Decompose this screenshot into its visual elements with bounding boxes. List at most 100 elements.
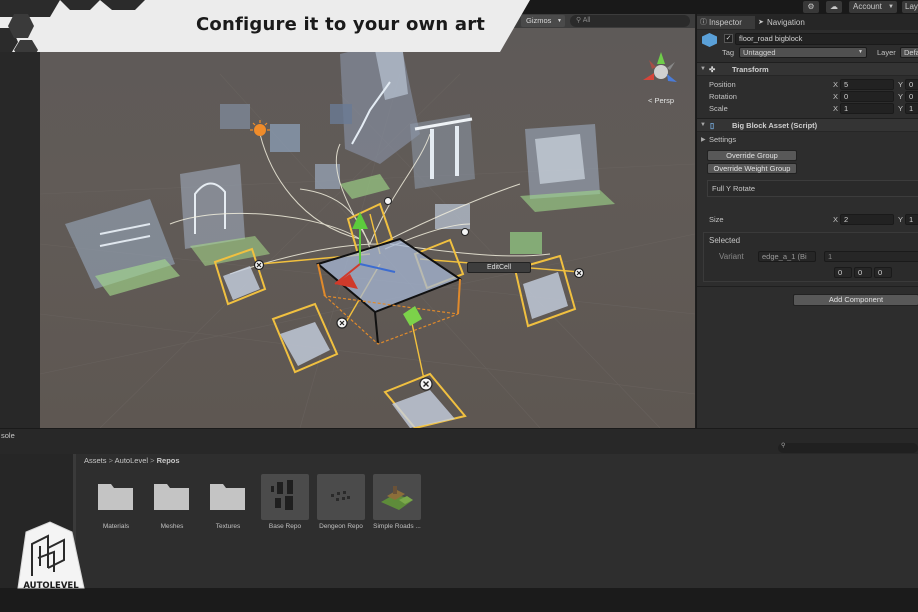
add-component-button[interactable]: Add Component (793, 294, 918, 306)
chevron-down-icon: ▼ (858, 49, 863, 55)
prefab-thumbnail (373, 474, 421, 520)
prefab-thumbnail (261, 474, 309, 520)
rotation-row: Rotation X 0 Y 0 (697, 91, 918, 103)
settings-foldout[interactable]: ▶ Settings (697, 134, 918, 146)
chevron-down-icon: ▼ (557, 18, 562, 24)
layers-label: Lay (905, 2, 918, 11)
position-y-field[interactable]: 0 (905, 79, 918, 90)
breadcrumb-repos[interactable]: Repos (157, 456, 180, 465)
full-y-rotate-field[interactable]: Full Y Rotate (707, 180, 918, 197)
rotation-label: Rotation (709, 92, 737, 101)
scene-viewport[interactable] (40, 14, 695, 428)
transform-title: Transform (732, 65, 769, 74)
breadcrumb-separator: > (108, 456, 113, 465)
prefab-thumbnail (317, 474, 365, 520)
logo-text: AUTOLEVEL (23, 581, 79, 591)
object-name-field[interactable]: floor_road bigblock (735, 33, 918, 45)
breadcrumb-separator: > (150, 456, 155, 465)
layers-dropdown[interactable]: Lay (902, 1, 918, 13)
position-x-field[interactable]: 5 (840, 79, 894, 90)
navigation-icon: ➤ (758, 19, 764, 26)
breadcrumb-autolevel[interactable]: AutoLevel (115, 456, 148, 465)
account-label: Account (853, 2, 882, 11)
folder-icon (154, 484, 189, 510)
collab-icon[interactable]: ⚙ (803, 1, 819, 13)
asset-label: Simple Roads ... (373, 523, 421, 530)
autolevel-logo: AUTOLEVEL (10, 518, 92, 598)
info-icon: ⓘ (700, 19, 707, 26)
layer-label: Layer (877, 48, 896, 57)
asset-textures[interactable]: Textures (198, 472, 258, 542)
override-group-button[interactable]: Override Group (707, 150, 797, 161)
scale-x-field[interactable]: 1 (840, 103, 894, 114)
variant-field[interactable]: edge_a_1 (Bi (758, 251, 816, 262)
active-checkbox[interactable]: ✓ (724, 34, 733, 43)
project-search-field[interactable]: ⚲ (778, 443, 918, 453)
banner-title: Configure it to your own art (196, 14, 486, 35)
tag-label: Tag (722, 48, 735, 57)
edit-cell-button[interactable]: EditCell (467, 262, 531, 273)
vector-a-field[interactable]: 0 (834, 267, 852, 278)
title-banner: Configure it to your own art (0, 0, 530, 52)
size-x-field[interactable]: 2 (840, 214, 894, 225)
script-icon: ▯ (710, 121, 715, 130)
hierarchy-panel (0, 0, 40, 428)
vector-c-field[interactable]: 0 (874, 267, 892, 278)
variant-value: edge_a_1 (Bi (762, 252, 807, 261)
asset-label: Textures (215, 523, 241, 530)
layer-dropdown[interactable]: Defa (900, 47, 918, 58)
selected-label: Selected (709, 236, 741, 245)
breadcrumb: Assets > AutoLevel > Repos (84, 456, 180, 465)
asset-label: Meshes (160, 523, 184, 530)
light-icon[interactable] (250, 120, 270, 136)
asset-meshes[interactable]: Meshes (142, 472, 202, 542)
script-component-header[interactable]: ▼ ▯ Big Block Asset (Script) (697, 118, 918, 132)
chevron-down-icon: ▼ (888, 4, 894, 10)
scale-y-field[interactable]: 1 (905, 103, 918, 114)
override-weight-group-button[interactable]: Override Weight Group (707, 163, 797, 174)
variant-number-field[interactable]: 1 (824, 251, 918, 262)
divider (697, 286, 918, 287)
x-axis-label: X (833, 104, 839, 113)
scene-search-field[interactable]: ⚲ All (570, 15, 690, 27)
size-label: Size (709, 215, 724, 224)
project-panel: ⚲ Assets > AutoLevel > Repos Materials M… (0, 442, 918, 612)
cloud-icon[interactable]: ☁ (826, 1, 842, 13)
cage-piece (65, 199, 180, 296)
scale-label: Scale (709, 104, 728, 113)
y-axis-label: Y (898, 92, 904, 101)
rotation-y-field[interactable]: 0 (905, 91, 918, 102)
tab-navigation[interactable]: ➤ Navigation (755, 16, 825, 29)
tab-inspector[interactable]: ⓘ Inspector (697, 16, 755, 29)
tab-console[interactable]: sole (1, 431, 15, 440)
folder-icon (98, 484, 133, 510)
vector-b-field[interactable]: 0 (854, 267, 872, 278)
transform-icon: ✜ (709, 65, 716, 74)
transform-header[interactable]: ▼ ✜ Transform (697, 62, 918, 76)
persp-label[interactable]: < Persp (648, 96, 674, 105)
asset-base-repo[interactable]: Base Repo (255, 472, 315, 542)
asset-simple-roads[interactable]: Simple Roads ... (367, 472, 427, 542)
account-dropdown[interactable]: Account ▼ (849, 1, 897, 13)
search-icon: ⚲ (576, 17, 582, 24)
rotation-x-field[interactable]: 0 (840, 91, 894, 102)
scene-view[interactable]: < Persp EditCell (40, 14, 695, 428)
orientation-gizmo[interactable] (643, 52, 677, 82)
wall-piece-right (520, 124, 615, 212)
tag-dropdown[interactable]: Untagged ▼ (739, 47, 867, 58)
tab-inspector-label: Inspector (709, 18, 742, 27)
position-label: Position (709, 80, 736, 89)
y-axis-label: Y (898, 104, 904, 113)
x-axis-label: X (833, 215, 839, 224)
inspector-panel: ⓘ Inspector ➤ Navigation ✓ floor_road bi… (696, 14, 918, 428)
tower-structure (330, 39, 420, 199)
x-axis-label: X (833, 80, 839, 89)
asset-dengeon-repo[interactable]: Dengeon Repo (311, 472, 371, 542)
foldout-arrow-icon: ▼ (700, 66, 706, 72)
foldout-arrow-icon: ▶ (701, 137, 706, 143)
breadcrumb-assets[interactable]: Assets (84, 456, 107, 465)
x-axis-label: X (833, 92, 839, 101)
project-toolbar: ⚲ (0, 442, 918, 454)
asset-materials[interactable]: Materials (86, 472, 146, 542)
size-y-field[interactable]: 1 (905, 214, 918, 225)
